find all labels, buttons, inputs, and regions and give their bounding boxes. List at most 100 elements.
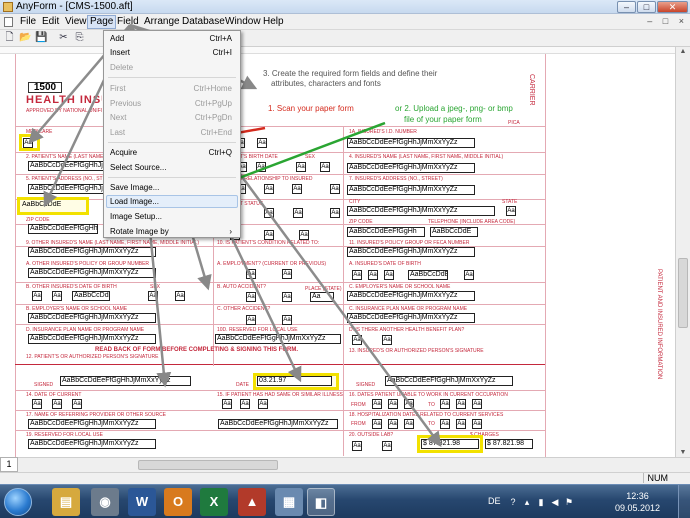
cur-mm[interactable]: Aa xyxy=(32,399,42,409)
zip-field[interactable]: AaBbCcDdEeFfGgHh xyxy=(28,224,98,234)
menu-item-image-setup[interactable]: Image Setup... xyxy=(110,212,162,221)
menu-window[interactable]: Window xyxy=(223,16,263,27)
menu-database[interactable]: Database xyxy=(180,16,227,27)
copy-icon[interactable]: ⎘ xyxy=(73,32,86,44)
cut-icon[interactable]: ✂ xyxy=(57,32,70,44)
ill-dd[interactable]: Aa xyxy=(240,399,250,409)
other-policy-field[interactable]: AaBbCcDdEeFfGgHhJjMmXxYyZz xyxy=(28,268,156,278)
plan-no[interactable]: Aa xyxy=(382,335,392,345)
help-icon[interactable]: ? xyxy=(508,497,518,507)
employer-other-field[interactable]: AaBbCcDdEeFfGgHhJjMmXxYyZz xyxy=(28,313,156,323)
accident-no[interactable]: Aa xyxy=(282,315,292,325)
charges-field[interactable]: $ 87.821.98 xyxy=(421,439,479,449)
menu-item-last[interactable]: Last xyxy=(110,128,125,137)
ins-birth-yy[interactable]: Aa xyxy=(384,270,394,280)
hosp-from-dd[interactable]: Aa xyxy=(388,419,398,429)
show-desktop-button[interactable] xyxy=(678,485,690,518)
menu-view[interactable]: View xyxy=(63,16,89,27)
outlook-taskbar-icon[interactable]: O xyxy=(164,488,192,516)
insured-phone-field[interactable]: AaBbCcDdE xyxy=(430,227,478,237)
menu-item-delete[interactable]: Delete xyxy=(110,63,133,72)
word-taskbar-icon[interactable]: W xyxy=(128,488,156,516)
ill-yy[interactable]: Aa xyxy=(258,399,268,409)
state-field[interactable]: Aa xyxy=(506,206,516,216)
menu-file[interactable]: File xyxy=(18,16,38,27)
date-field[interactable]: 03.21.97 xyxy=(257,376,332,386)
network-icon[interactable]: ▮ xyxy=(536,497,546,507)
insured-sex-f[interactable]: Aa xyxy=(464,270,474,280)
other-status-checkbox[interactable]: Aa xyxy=(330,208,340,218)
menu-field[interactable]: Field xyxy=(115,16,141,27)
fulltime-checkbox[interactable]: Aa xyxy=(264,230,274,240)
cur-yy[interactable]: Aa xyxy=(72,399,82,409)
menu-page[interactable]: Page xyxy=(87,15,117,29)
menu-edit[interactable]: Edit xyxy=(40,16,61,27)
insurance-plan-field[interactable]: AaBbCcDdEeFfGgHhJjMmXxYyZz xyxy=(347,313,475,323)
oth-sex-f[interactable]: Aa xyxy=(175,291,185,301)
menu-item-first[interactable]: First xyxy=(110,84,126,93)
other-checkbox[interactable]: Aa xyxy=(257,138,267,148)
insured-name-field[interactable]: AaBbCcDdEeFfGgHhJjMmXxYyZz xyxy=(347,163,475,173)
hosp-from-mm[interactable]: Aa xyxy=(372,419,382,429)
accident-yes[interactable]: Aa xyxy=(246,315,256,325)
oth-birth-yy[interactable]: AaBbCcDdE xyxy=(72,291,110,301)
other-insured-field[interactable]: AaBbCcDdEeFfGgHhJjMmXxYyZz xyxy=(28,247,156,257)
flag-icon[interactable]: ⚑ xyxy=(564,497,574,507)
scroll-up-icon[interactable]: ▲ xyxy=(676,48,690,55)
app-taskbar-icon[interactable]: ▲ xyxy=(238,488,266,516)
other-rel-checkbox[interactable]: Aa xyxy=(330,184,340,194)
menu-item-previous[interactable]: Previous xyxy=(110,99,141,108)
maximize-button[interactable]: □ xyxy=(637,1,656,13)
oth-sex-m[interactable]: Aa xyxy=(148,291,158,301)
reserved-local-field[interactable]: AaBbCcDdEeFfGgHhJjMmXxYyZz xyxy=(215,334,341,344)
oth-birth-dd[interactable]: Aa xyxy=(52,291,62,301)
auto-yes[interactable]: Aa xyxy=(246,292,256,302)
auto-no[interactable]: Aa xyxy=(282,292,292,302)
close-button[interactable]: ✕ xyxy=(657,1,688,13)
chevron-up-icon[interactable]: ▴ xyxy=(522,497,532,507)
document-icon[interactable] xyxy=(4,17,13,27)
save-icon[interactable]: 💾 xyxy=(35,32,48,44)
single-checkbox[interactable]: Aa xyxy=(264,208,274,218)
policy-field[interactable]: AaBbCcDdEeFfGgHhJjMmXxYyZz xyxy=(347,247,475,257)
sex-f-checkbox[interactable]: Aa xyxy=(320,162,330,172)
menu-arrange[interactable]: Arrange xyxy=(142,16,182,27)
horizontal-scrollbar[interactable] xyxy=(18,457,690,472)
horizontal-scroll-thumb[interactable] xyxy=(138,460,278,470)
excel-taskbar-icon[interactable]: X xyxy=(200,488,228,516)
volume-icon[interactable]: ◀ xyxy=(550,497,560,507)
insured-zip-field[interactable]: AaBbCcDdEeFfGgHh xyxy=(347,227,425,237)
medicare-checkbox[interactable]: Aa xyxy=(23,138,33,148)
signature13-field[interactable]: AaBbCcDdEeFfGgHhJjMmXxYyZz xyxy=(385,376,513,386)
app-taskbar-icon[interactable]: ◉ xyxy=(91,488,119,516)
lab-yes[interactable]: Aa xyxy=(352,441,362,451)
signature12-field[interactable]: AaBbCcDdEeFfGgHhJjMmXxYyZz xyxy=(60,376,191,386)
open-folder-icon[interactable]: 📂 xyxy=(19,32,32,44)
uw-from-yy[interactable]: Aa xyxy=(404,399,414,409)
menu-item-insert[interactable]: Insert xyxy=(110,48,130,57)
ins-birth-mm[interactable]: Aa xyxy=(352,270,362,280)
start-button[interactable] xyxy=(4,488,32,516)
app-taskbar-icon[interactable]: ▦ xyxy=(275,488,303,516)
oth-birth-mm[interactable]: Aa xyxy=(32,291,42,301)
menu-item-next[interactable]: Next xyxy=(110,113,126,122)
employer-insured-field[interactable]: AaBbCcDdEeFfGgHhJjMmXxYyZz xyxy=(347,291,475,301)
insured-city-field[interactable]: AaBbCcDdEeFfGgHhJjMmXxYyZz xyxy=(347,206,495,216)
new-file-icon[interactable]: 🗋 xyxy=(3,32,16,44)
vertical-scroll-thumb[interactable] xyxy=(678,258,688,328)
hosp-to-mm[interactable]: Aa xyxy=(440,419,450,429)
vertical-scrollbar[interactable]: ▲ ▼ xyxy=(675,47,690,457)
form-canvas[interactable]: 1500 HEALTH INSURANCE CLAIM FORM APPROVE… xyxy=(0,54,675,457)
birth-yy[interactable]: Aa xyxy=(256,162,266,172)
menu-item-select-source[interactable]: Select Source... xyxy=(110,163,166,172)
lab-no[interactable]: Aa xyxy=(382,441,392,451)
place-field[interactable]: Aa xyxy=(310,292,334,302)
uw-from-dd[interactable]: Aa xyxy=(388,399,398,409)
employment-no[interactable]: Aa xyxy=(282,269,292,279)
insured-id-field[interactable]: AaBbCcDdEeFfGgHhJjMmXxYyZz xyxy=(347,138,475,148)
reserved19-field[interactable]: AaBbCcDdEeFfGgHhJjMmXxYyZz xyxy=(28,439,156,449)
minimize-button[interactable]: – xyxy=(617,1,636,13)
scroll-down-icon[interactable]: ▼ xyxy=(676,449,690,456)
employment-yes[interactable]: Aa xyxy=(246,269,256,279)
menu-help[interactable]: Help xyxy=(261,16,286,27)
